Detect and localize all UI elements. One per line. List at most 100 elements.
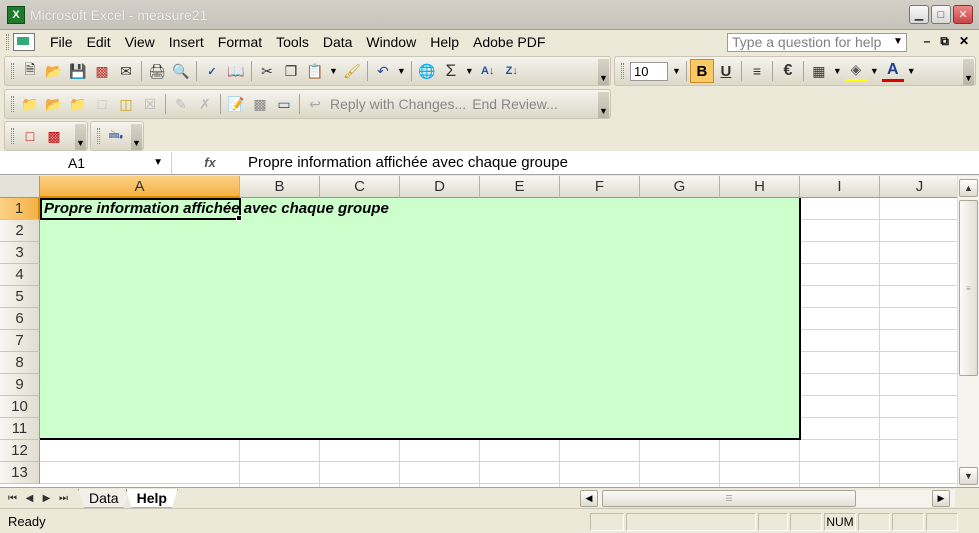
borders-icon[interactable]: ▦ xyxy=(808,60,830,82)
formula-input[interactable]: Propre information affichée avec chaque … xyxy=(248,154,568,171)
end-review-button[interactable]: End Review... xyxy=(472,96,558,112)
row-header-11[interactable]: 11 xyxy=(0,418,40,440)
prev-sheet-icon[interactable]: ◀ xyxy=(21,493,38,504)
column-header-c[interactable]: C xyxy=(320,176,400,198)
vertical-scrollbar[interactable]: ▲ ≡ ▼ xyxy=(957,176,979,487)
menu-grip[interactable] xyxy=(6,34,9,50)
folder-open-icon[interactable]: 📂 xyxy=(43,93,65,115)
name-box[interactable]: A1 ▼ xyxy=(0,151,172,174)
row-header-4[interactable]: 4 xyxy=(0,264,40,286)
undo-icon[interactable]: ↶ xyxy=(372,60,394,82)
insert-hyperlink-icon[interactable]: 🌐 xyxy=(416,60,438,82)
fill-color-dropdown-icon[interactable]: ▼ xyxy=(870,66,879,76)
select-all-corner[interactable] xyxy=(0,176,40,198)
toolbar-grip[interactable] xyxy=(11,96,14,112)
font-size-dropdown-icon[interactable]: ▼ xyxy=(672,66,681,76)
reject-change-icon[interactable]: ✗ xyxy=(194,93,216,115)
toolbar-options-icon[interactable]: ▼ xyxy=(963,59,974,85)
copy-icon[interactable]: ❐ xyxy=(280,60,302,82)
network-icon[interactable]: 🖦 xyxy=(105,125,127,147)
worksheet-grid[interactable]: A B C D E F G H I J 1 2 3 4 5 6 7 8 9 10 11 12 13 Propre inform… xyxy=(0,176,957,487)
track-changes-icon[interactable]: ✎ xyxy=(170,93,192,115)
research-icon[interactable]: 📖 xyxy=(225,60,247,82)
folder-icon[interactable]: 📁 xyxy=(19,93,41,115)
show-comments-icon[interactable]: ◫ xyxy=(115,93,137,115)
sort-descending-icon[interactable]: Z↓ xyxy=(501,60,523,82)
column-header-d[interactable]: D xyxy=(400,176,480,198)
scroll-down-icon[interactable]: ▼ xyxy=(959,467,978,485)
sheet-tab-help[interactable]: Help xyxy=(126,489,178,508)
doc-restore-button[interactable]: ⧉ xyxy=(940,34,949,49)
maximize-button[interactable]: □ xyxy=(931,5,951,24)
menu-edit[interactable]: Edit xyxy=(80,34,118,50)
first-sheet-icon[interactable]: ⏮ xyxy=(4,493,21,504)
row-header-8[interactable]: 8 xyxy=(0,352,40,374)
column-header-h[interactable]: H xyxy=(720,176,800,198)
row-header-2[interactable]: 2 xyxy=(0,220,40,242)
spelling-icon[interactable]: ✓ xyxy=(201,60,223,82)
column-header-g[interactable]: G xyxy=(640,176,720,198)
row-header-13[interactable]: 13 xyxy=(0,462,40,484)
font-color-icon[interactable]: A xyxy=(881,60,904,82)
borders-dropdown-icon[interactable]: ▼ xyxy=(833,66,842,76)
workbook-icon[interactable] xyxy=(13,33,35,51)
row-header-7[interactable]: 7 xyxy=(0,330,40,352)
column-header-b[interactable]: B xyxy=(240,176,320,198)
print-preview-icon[interactable]: 🔍 xyxy=(170,60,192,82)
fill-handle[interactable] xyxy=(236,215,242,221)
review-edit-icon[interactable]: 📝 xyxy=(225,93,247,115)
toolbar-options-icon[interactable]: ▼ xyxy=(75,124,86,150)
excel-app-icon[interactable]: X xyxy=(7,5,25,24)
column-header-j[interactable]: J xyxy=(880,176,957,198)
row-header-10[interactable]: 10 xyxy=(0,396,40,418)
paste-dropdown-icon[interactable]: ▼ xyxy=(329,66,338,76)
autosum-dropdown-icon[interactable]: ▼ xyxy=(465,66,474,76)
new-icon[interactable]: 🗎 xyxy=(19,60,41,82)
underline-button[interactable]: U xyxy=(715,60,737,82)
close-button[interactable]: ✕ xyxy=(953,5,973,24)
scroll-right-icon[interactable]: ▶ xyxy=(932,490,950,507)
euro-currency-button[interactable]: € xyxy=(777,60,799,82)
menu-help[interactable]: Help xyxy=(423,34,466,50)
sheet-tab-data[interactable]: Data xyxy=(78,489,130,508)
menu-insert[interactable]: Insert xyxy=(162,34,211,50)
font-size-input[interactable]: 10 xyxy=(630,61,668,81)
undo-dropdown-icon[interactable]: ▼ xyxy=(397,66,406,76)
fill-color-icon[interactable]: ◈ xyxy=(844,60,867,82)
open-icon[interactable]: 📂 xyxy=(43,60,65,82)
menu-tools[interactable]: Tools xyxy=(269,34,316,50)
autosum-icon[interactable]: Σ xyxy=(440,60,462,82)
print-icon[interactable]: 🖨 xyxy=(146,60,168,82)
paste-icon[interactable]: 📋 xyxy=(304,60,326,82)
row-header-1[interactable]: 1 xyxy=(0,198,40,220)
toolbar-grip[interactable] xyxy=(11,63,14,79)
help-search-input[interactable]: Type a question for help xyxy=(727,33,907,52)
convert-to-pdf-icon[interactable]: □ xyxy=(19,125,41,147)
sort-ascending-icon[interactable]: A↓ xyxy=(477,60,499,82)
name-box-dropdown-icon[interactable]: ▼ xyxy=(153,152,163,174)
menu-window[interactable]: Window xyxy=(359,34,423,50)
row-header-9[interactable]: 9 xyxy=(0,374,40,396)
toolbar-options-icon[interactable]: ▼ xyxy=(598,59,609,85)
column-header-f[interactable]: F xyxy=(560,176,640,198)
horizontal-scrollbar[interactable]: ◀ ☰ ▶ xyxy=(580,490,955,507)
menu-data[interactable]: Data xyxy=(316,34,360,50)
toolbar-grip[interactable] xyxy=(97,128,100,144)
delete-comment-icon[interactable]: ☒ xyxy=(139,93,161,115)
toolbar-grip[interactable] xyxy=(621,63,624,79)
cut-icon[interactable]: ✂ xyxy=(256,60,278,82)
toolbar-grip[interactable] xyxy=(11,128,14,144)
column-header-e[interactable]: E xyxy=(480,176,560,198)
review-pane-icon[interactable]: ▩ xyxy=(249,93,271,115)
comment-icon[interactable]: □ xyxy=(91,93,113,115)
align-right-icon[interactable]: ≡ xyxy=(746,60,768,82)
review-compare-icon[interactable]: ▭ xyxy=(273,93,295,115)
next-sheet-icon[interactable]: ▶ xyxy=(38,493,55,504)
row-header-12[interactable]: 12 xyxy=(0,440,40,462)
bold-button[interactable]: B xyxy=(689,59,714,83)
column-header-a[interactable]: A xyxy=(40,176,240,198)
scroll-left-icon[interactable]: ◀ xyxy=(580,490,598,507)
doc-minimize-button[interactable]: – xyxy=(924,34,931,49)
font-color-dropdown-icon[interactable]: ▼ xyxy=(907,66,916,76)
menu-adobe-pdf[interactable]: Adobe PDF xyxy=(466,34,552,50)
